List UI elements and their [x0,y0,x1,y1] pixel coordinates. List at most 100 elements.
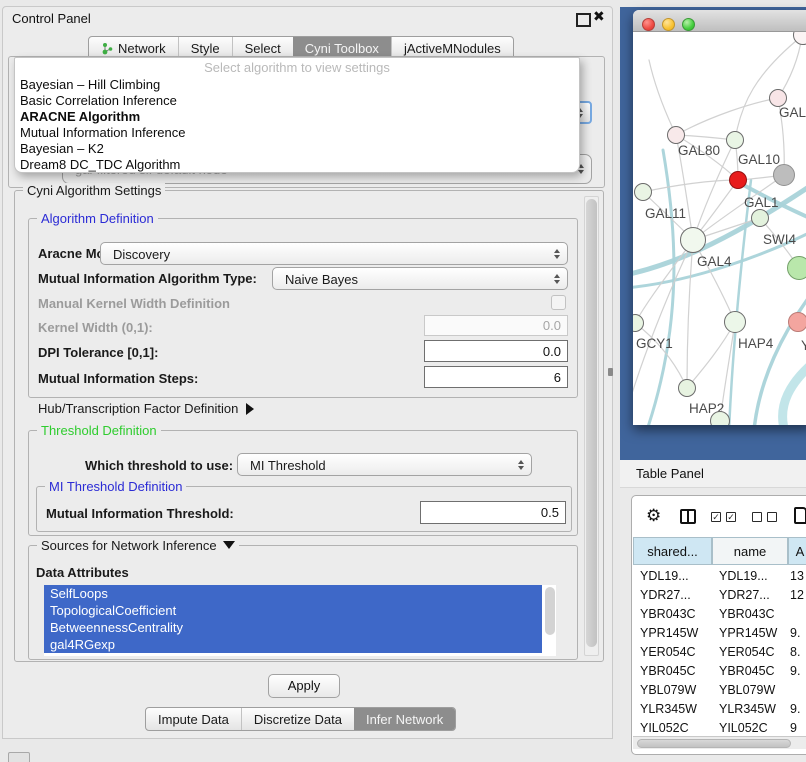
cyni-mode-tabs: Impute Data Discretize Data Infer Network [145,707,456,731]
document-icon[interactable] [794,507,806,524]
settings-scrollbar[interactable] [584,196,599,656]
table-cell: 9 [788,721,806,735]
node-label: HAP4 [738,336,773,351]
table-cell: YLR345W [633,702,712,716]
splitter-grip[interactable] [608,368,613,376]
table-row[interactable]: YLR345WYLR345W9. [633,699,806,718]
network-node[interactable] [710,411,730,425]
network-node[interactable] [787,256,806,280]
node-label: GAL80 [678,143,720,158]
table-row[interactable]: YBR043CYBR043C [633,604,806,623]
network-node-gal11[interactable] [634,183,652,201]
tab-infer-network[interactable]: Infer Network [354,708,455,730]
tab-label: Infer Network [366,712,443,727]
expander-arrow-right-icon [246,403,254,415]
network-node-gal80[interactable] [667,126,685,144]
data-attribute-item[interactable]: TopologicalCoefficient [44,602,542,619]
close-traffic-light-icon[interactable] [642,18,655,31]
node-label: SWI4 [763,232,796,247]
columns-icon[interactable] [680,509,696,524]
table-cell: YDR27... [712,588,788,602]
column-header-a[interactable]: A [788,537,806,565]
mi-type-label: Mutual Information Algorithm Type: [38,271,257,286]
tab-label: Network [118,41,166,56]
table-cell: YDL19... [712,569,788,583]
algorithm-option-mutual-information-inference[interactable]: Mutual Information Inference [15,125,579,141]
unchecked-checkbox-icon[interactable] [752,512,762,522]
tab-label: Select [245,41,281,56]
algorithm-option-dream8-dc-tdc-algorithm[interactable]: Dream8 DC_TDC Algorithm [15,157,579,173]
mi-threshold-title: MI Threshold Definition [45,479,186,494]
data-attribute-item[interactable]: gal4RGexp [44,636,542,653]
hub-definition-expander[interactable]: Hub/Transcription Factor Definition [38,401,254,416]
tab-discretize-data[interactable]: Discretize Data [241,708,354,730]
network-node-gal1[interactable] [729,171,747,189]
minimized-panel-icon[interactable] [8,752,30,762]
aracne-mode-value: Discovery [113,247,170,262]
zoom-traffic-light-icon[interactable] [682,18,695,31]
table-row[interactable]: YDL19...YDL19...13 [633,566,806,585]
sources-title-text: Sources for Network Inference [41,538,217,553]
close-icon[interactable]: ✖ [593,8,605,25]
table-row[interactable]: YPR145WYPR145W9. [633,623,806,642]
network-node-gal4[interactable] [680,227,706,253]
network-window-titlebar[interactable] [633,10,806,32]
float-window-icon[interactable] [576,13,591,27]
data-attribute-item[interactable]: SelfLoops [44,585,542,602]
mi-type-value: Naive Bayes [285,272,358,287]
table-cell: YBL079W [633,683,712,697]
table-row[interactable]: YBR045CYBR045C9. [633,661,806,680]
table-row[interactable]: YER054CYER054C8. [633,642,806,661]
table-cell: 9. [788,626,806,640]
column-header-name[interactable]: name [712,537,788,565]
network-canvas[interactable]: GALGAL80GAL10GAL1GAL11SWI4GAL4GCY1HAP4YH… [633,32,806,425]
mi-steps-field[interactable] [424,366,568,388]
table-cell: 8. [788,645,806,659]
which-threshold-combo[interactable]: MI Threshold [237,453,532,476]
column-header-shared[interactable]: shared... [633,537,712,565]
tab-impute-data[interactable]: Impute Data [146,708,241,730]
network-node-hap4[interactable] [724,311,746,333]
network-node-hap2[interactable] [678,379,696,397]
data-attribute-item[interactable]: BetweennessCentrality [44,619,542,636]
minimize-traffic-light-icon[interactable] [662,18,675,31]
table-cell: YPR145W [633,626,712,640]
control-panel-title: Control Panel [12,11,91,26]
checked-checkbox-icon[interactable]: ✓ [711,512,721,522]
mi-threshold-field[interactable] [420,501,566,524]
network-node-swi4[interactable] [751,209,769,227]
aracne-mode-combo[interactable]: Discovery [100,242,568,265]
table-panel-title: Table Panel [636,466,704,481]
unchecked-checkbox-icon[interactable] [767,512,777,522]
algorithm-dropdown-placeholder: Select algorithm to view settings [15,58,579,77]
node-label: GAL1 [744,195,779,210]
mi-type-combo[interactable]: Naive Bayes [272,267,568,290]
apply-button[interactable]: Apply [268,674,340,698]
table-row[interactable]: YDR27...YDR27...12 [633,585,806,604]
dpi-tolerance-field[interactable] [424,340,568,362]
network-node[interactable] [773,164,795,186]
checked-checkbox-icon[interactable]: ✓ [726,512,736,522]
table-body: YDL19...YDL19...13YDR27...YDR27...12YBR0… [633,566,806,734]
kernel-width-field[interactable] [424,315,568,336]
algorithm-option-aracne-algorithm[interactable]: ARACNE Algorithm [15,109,579,125]
tab-label: Discretize Data [254,712,342,727]
table-cell: YBR045C [633,664,712,678]
table-row[interactable]: YIL052CYIL052C9 [633,718,806,734]
algorithm-option-bayesian-k2[interactable]: Bayesian – K2 [15,141,579,157]
algorithm-option-bayesian-hill-climbing[interactable]: Bayesian – Hill Climbing [15,77,579,93]
table-cell: YER054C [633,645,712,659]
network-node-gal10[interactable] [726,131,744,149]
table-hscrollbar[interactable] [633,736,806,749]
tab-label: Cyni Toolbox [305,41,379,56]
kernel-width-label: Kernel Width (0,1): [38,320,153,335]
network-node-y[interactable] [788,312,806,332]
attributes-scrollbar[interactable] [545,587,555,635]
gear-icon[interactable]: ⚙ [646,506,661,526]
table-row[interactable]: YBL079WYBL079W [633,680,806,699]
expander-arrow-down-icon [223,541,235,549]
manual-kernel-checkbox[interactable] [551,295,566,310]
table-cell: 13 [788,569,806,583]
algorithm-option-basic-correlation-inference[interactable]: Basic Correlation Inference [15,93,579,109]
sources-title[interactable]: Sources for Network Inference [37,538,239,553]
